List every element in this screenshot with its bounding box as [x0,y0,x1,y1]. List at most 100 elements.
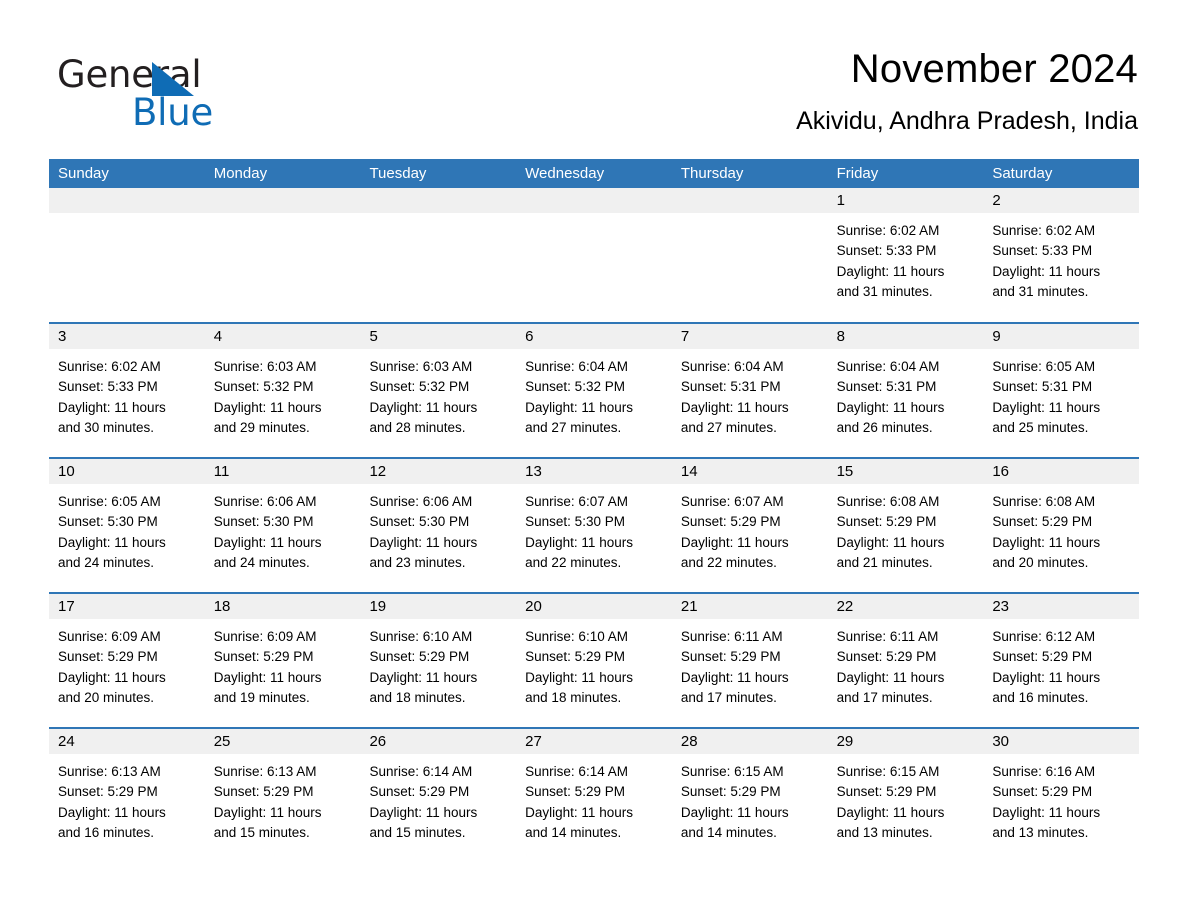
day-number: 25 [204,729,361,754]
weekday-header-tuesday: Tuesday [369,165,427,182]
logo-word-blue: Blue [132,91,214,134]
calendar-grid: Sunday Monday Tuesday Wednesday Thursday… [49,159,1140,862]
day-cell[interactable]: 7 Sunrise: 6:04 AM Sunset: 5:31 PM Dayli… [671,324,828,457]
daylight-text-line2: and 16 minutes. [992,689,1089,705]
daylight-text-line2: and 23 minutes. [369,554,466,570]
day-cell[interactable]: 13 Sunrise: 6:07 AM Sunset: 5:30 PM Dayl… [516,459,672,592]
sunrise-text: Sunrise: 6:10 AM [369,629,473,644]
day-number: 13 [516,459,672,484]
daylight-text-line1: Daylight: 11 hours [58,804,166,820]
day-cell[interactable]: 5 Sunrise: 6:03 AM Sunset: 5:32 PM Dayli… [360,324,517,457]
sunrise-text: Sunrise: 6:09 AM [213,629,317,644]
daylight-text-line1: Daylight: 11 hours [369,399,478,415]
sunrise-text: Sunrise: 6:14 AM [369,764,473,779]
day-details: Sunrise: 6:09 AM Sunset: 5:29 PM Dayligh… [49,619,205,708]
day-number: 9 [983,324,1140,349]
sunrise-text: Sunrise: 6:02 AM [58,359,161,374]
day-number [360,188,517,213]
day-cell[interactable]: 11 Sunrise: 6:06 AM Sunset: 5:30 PM Dayl… [204,459,361,592]
day-details: Sunrise: 6:04 AM Sunset: 5:31 PM Dayligh… [828,349,984,438]
day-cell[interactable]: 19 Sunrise: 6:10 AM Sunset: 5:29 PM Dayl… [360,594,517,727]
day-cell[interactable]: 12 Sunrise: 6:06 AM Sunset: 5:30 PM Dayl… [360,459,517,592]
daylight-text-line2: and 24 minutes. [58,554,155,570]
day-cell[interactable]: 4 Sunrise: 6:03 AM Sunset: 5:32 PM Dayli… [204,324,361,457]
sunset-text: Sunset: 5:29 PM [58,649,158,665]
day-cell[interactable]: 27 Sunrise: 6:14 AM Sunset: 5:29 PM Dayl… [516,729,672,862]
day-cell[interactable]: 20 Sunrise: 6:10 AM Sunset: 5:29 PM Dayl… [516,594,672,727]
day-details: Sunrise: 6:09 AM Sunset: 5:29 PM Dayligh… [205,619,361,708]
daylight-text-line2: and 22 minutes. [525,554,622,570]
day-cell[interactable]: 30 Sunrise: 6:16 AM Sunset: 5:29 PM Dayl… [983,729,1140,862]
day-details: Sunrise: 6:02 AM Sunset: 5:33 PM Dayligh… [828,213,984,302]
day-cell[interactable]: 3 Sunrise: 6:02 AM Sunset: 5:33 PM Dayli… [49,324,205,457]
day-details: Sunrise: 6:16 AM Sunset: 5:29 PM Dayligh… [983,754,1139,843]
weekday-header-sunday: Sunday [58,165,109,182]
sunset-text: Sunset: 5:29 PM [836,514,937,530]
daylight-text-line1: Daylight: 11 hours [680,534,789,550]
day-details: Sunrise: 6:05 AM Sunset: 5:31 PM Dayligh… [983,349,1139,438]
day-details [49,213,205,221]
sunrise-text: Sunrise: 6:16 AM [992,764,1096,779]
page-title: November 2024 [850,47,1138,91]
sunrise-text: Sunrise: 6:04 AM [525,359,628,374]
day-cell[interactable]: 28 Sunrise: 6:15 AM Sunset: 5:29 PM Dayl… [671,729,828,862]
day-number: 20 [516,594,672,619]
weekday-header-wednesday: Wednesday [525,165,605,182]
daylight-text-line2: and 17 minutes. [680,689,777,705]
daylight-text-line1: Daylight: 11 hours [525,669,633,685]
day-cell[interactable]: 10 Sunrise: 6:05 AM Sunset: 5:30 PM Dayl… [49,459,205,592]
week-row: 1 Sunrise: 6:02 AM Sunset: 5:33 PM Dayli… [49,188,1140,322]
day-cell[interactable]: 1 Sunrise: 6:02 AM Sunset: 5:33 PM Dayli… [827,188,984,322]
day-number: 11 [204,459,361,484]
week-row: 24 Sunrise: 6:13 AM Sunset: 5:29 PM Dayl… [49,727,1140,862]
day-cell[interactable]: 26 Sunrise: 6:14 AM Sunset: 5:29 PM Dayl… [360,729,517,862]
day-cell[interactable]: 21 Sunrise: 6:11 AM Sunset: 5:29 PM Dayl… [671,594,828,727]
day-cell[interactable]: 2 Sunrise: 6:02 AM Sunset: 5:33 PM Dayli… [983,188,1140,322]
daylight-text-line2: and 18 minutes. [525,689,622,705]
day-cell[interactable]: 29 Sunrise: 6:15 AM Sunset: 5:29 PM Dayl… [827,729,984,862]
day-details: Sunrise: 6:02 AM Sunset: 5:33 PM Dayligh… [983,213,1139,302]
daylight-text-line2: and 21 minutes. [836,554,933,570]
day-cell [360,188,517,322]
daylight-text-line2: and 30 minutes. [58,419,155,435]
day-details: Sunrise: 6:13 AM Sunset: 5:29 PM Dayligh… [205,754,361,843]
day-cell[interactable]: 25 Sunrise: 6:13 AM Sunset: 5:29 PM Dayl… [204,729,361,862]
daylight-text-line2: and 20 minutes. [58,689,155,705]
day-cell[interactable]: 17 Sunrise: 6:09 AM Sunset: 5:29 PM Dayl… [49,594,205,727]
sunset-text: Sunset: 5:33 PM [992,243,1093,259]
day-details [360,213,516,221]
sunset-text: Sunset: 5:29 PM [836,784,937,800]
day-cell[interactable]: 9 Sunrise: 6:05 AM Sunset: 5:31 PM Dayli… [983,324,1140,457]
day-cell[interactable]: 24 Sunrise: 6:13 AM Sunset: 5:29 PM Dayl… [49,729,205,862]
daylight-text-line2: and 31 minutes. [992,283,1089,299]
day-details: Sunrise: 6:12 AM Sunset: 5:29 PM Dayligh… [983,619,1139,708]
sunrise-text: Sunrise: 6:13 AM [213,764,317,779]
sunrise-text: Sunrise: 6:03 AM [213,359,317,374]
day-cell[interactable]: 14 Sunrise: 6:07 AM Sunset: 5:29 PM Dayl… [671,459,828,592]
day-details: Sunrise: 6:14 AM Sunset: 5:29 PM Dayligh… [516,754,672,843]
day-cell[interactable]: 18 Sunrise: 6:09 AM Sunset: 5:29 PM Dayl… [204,594,361,727]
day-cell[interactable]: 6 Sunrise: 6:04 AM Sunset: 5:32 PM Dayli… [516,324,672,457]
sunset-text: Sunset: 5:29 PM [680,784,781,800]
sunrise-text: Sunrise: 6:12 AM [992,629,1096,644]
sunrise-text: Sunrise: 6:14 AM [525,764,628,779]
daylight-text-line1: Daylight: 11 hours [213,669,322,685]
sunset-text: Sunset: 5:29 PM [213,784,314,800]
day-cell[interactable]: 23 Sunrise: 6:12 AM Sunset: 5:29 PM Dayl… [983,594,1140,727]
sunset-text: Sunset: 5:29 PM [680,514,781,530]
general-blue-logo[interactable]: General Blue [57,54,317,136]
sunrise-text: Sunrise: 6:11 AM [680,629,783,644]
day-cell [671,188,828,322]
day-cell[interactable]: 16 Sunrise: 6:08 AM Sunset: 5:29 PM Dayl… [983,459,1140,592]
day-number: 12 [360,459,517,484]
day-number: 24 [49,729,205,754]
daylight-text-line2: and 13 minutes. [836,824,933,840]
sunrise-text: Sunrise: 6:11 AM [836,629,939,644]
day-cell[interactable]: 22 Sunrise: 6:11 AM Sunset: 5:29 PM Dayl… [827,594,984,727]
sunset-text: Sunset: 5:29 PM [992,649,1093,665]
sunset-text: Sunset: 5:31 PM [992,379,1093,395]
day-cell[interactable]: 8 Sunrise: 6:04 AM Sunset: 5:31 PM Dayli… [827,324,984,457]
day-number: 10 [49,459,205,484]
day-cell[interactable]: 15 Sunrise: 6:08 AM Sunset: 5:29 PM Dayl… [827,459,984,592]
sunrise-text: Sunrise: 6:02 AM [992,223,1096,238]
